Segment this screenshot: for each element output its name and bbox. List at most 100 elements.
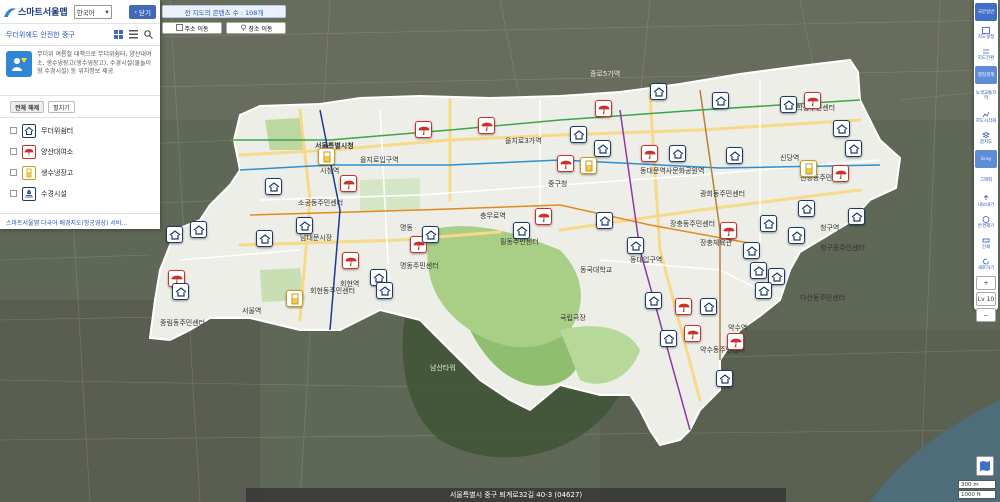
zoom-level: Lv 10 xyxy=(976,292,996,306)
shelter-marker[interactable] xyxy=(594,140,611,157)
umbrella-marker[interactable] xyxy=(557,155,574,172)
toolbar-export[interactable]: 내보내기 xyxy=(975,192,997,210)
shelter-marker[interactable] xyxy=(700,298,717,315)
address-move-button[interactable]: 주소 이동 xyxy=(162,22,222,34)
list-view-icon[interactable] xyxy=(127,29,139,41)
layer-checkbox[interactable] xyxy=(10,190,17,197)
shelter-marker[interactable] xyxy=(570,126,587,143)
umbrella-marker[interactable] xyxy=(675,298,692,315)
panel-footer-link[interactable]: 스마트서울맵 다국어 배경지도(항공영상) 서비... xyxy=(0,213,160,229)
layer-checkbox[interactable] xyxy=(10,148,17,155)
layer-item-shelter[interactable]: 무더위쉼터 xyxy=(10,120,150,141)
toolbar-label: 녹색교통지역 xyxy=(975,91,997,101)
umbrella-icon xyxy=(835,170,846,179)
water-marker[interactable] xyxy=(318,148,335,165)
toolbar-overlay[interactable]: 겹지도 xyxy=(975,129,997,147)
shelter-icon xyxy=(763,218,774,229)
app-logo[interactable]: 스마트서울맵 xyxy=(4,5,68,18)
shelter-marker[interactable] xyxy=(627,237,644,254)
shelter-icon xyxy=(848,143,859,154)
umbrella-marker[interactable] xyxy=(478,117,495,134)
shelter-marker[interactable] xyxy=(788,227,805,244)
umbrella-marker[interactable] xyxy=(684,325,701,342)
umbrella-marker[interactable] xyxy=(832,165,849,182)
shelter-marker[interactable] xyxy=(760,215,777,232)
layer-item-umbrella[interactable]: 양산대여소 xyxy=(10,141,150,162)
layer-item-fountain[interactable]: 수경시설 xyxy=(10,183,150,204)
toolbar-green-zone[interactable]: 녹색교통지역 xyxy=(975,87,997,105)
chevron-down-icon: ▾ xyxy=(105,7,109,16)
map-label-jangchung-center: 장충동주민센터 xyxy=(670,219,715,228)
zoom-in-button[interactable]: + xyxy=(976,276,996,290)
shelter-icon xyxy=(573,129,584,140)
shelter-marker[interactable] xyxy=(780,96,797,113)
water-bottle-icon xyxy=(805,163,812,174)
umbrella-marker[interactable] xyxy=(340,175,357,192)
shelter-marker[interactable] xyxy=(376,282,393,299)
water-marker[interactable] xyxy=(286,290,303,307)
shelter-marker[interactable] xyxy=(422,226,439,243)
shelter-marker[interactable] xyxy=(265,178,282,195)
toolbar-visualize[interactable]: 지도시각화 xyxy=(975,108,997,126)
water-marker[interactable] xyxy=(580,157,597,174)
umbrella-icon xyxy=(723,227,734,236)
umbrella-marker[interactable] xyxy=(641,145,658,162)
shelter-marker[interactable] xyxy=(726,147,743,164)
tab-expand[interactable]: 펼치기 xyxy=(48,101,75,113)
umbrella-marker[interactable] xyxy=(727,333,744,350)
shelter-marker[interactable] xyxy=(256,230,273,247)
toolbar-korean-basic[interactable]: 국문일반 xyxy=(975,3,997,21)
place-move-label: 장소 이동 xyxy=(248,25,273,33)
shelter-marker[interactable] xyxy=(166,226,183,243)
shelter-marker[interactable] xyxy=(848,208,865,225)
toolbar-gray[interactable]: Gray xyxy=(975,150,997,168)
shelter-marker[interactable] xyxy=(755,282,772,299)
umbrella-marker[interactable] xyxy=(415,121,432,138)
layer-checkbox[interactable] xyxy=(10,127,17,134)
toolbar-admin-boundary[interactable]: 행정경계 xyxy=(975,66,997,84)
close-panel-button[interactable]: ‹ 닫기 xyxy=(129,4,156,19)
toolbar-print[interactable]: 인쇄 xyxy=(975,234,997,252)
toolbar-radius[interactable]: 반경재기 xyxy=(975,213,997,231)
shelter-marker[interactable] xyxy=(833,120,850,137)
minimap-toggle-button[interactable] xyxy=(976,456,994,476)
shelter-marker[interactable] xyxy=(750,262,767,279)
umbrella-icon xyxy=(418,126,429,135)
shelter-marker[interactable] xyxy=(845,140,862,157)
water-marker[interactable] xyxy=(800,160,817,177)
tab-clear-all[interactable]: 전체 해제 xyxy=(10,101,45,113)
place-move-button[interactable]: 장소 이동 xyxy=(226,22,286,34)
toolbar-refresh[interactable]: 새로하기 xyxy=(975,255,997,273)
toolbar-graphic[interactable]: 그래픽 xyxy=(975,171,997,189)
layer-label: 양산대여소 xyxy=(41,147,74,156)
shelter-marker[interactable] xyxy=(743,242,760,259)
layer-item-water[interactable]: 생수냉장고 xyxy=(10,162,150,183)
shelter-icon xyxy=(758,285,769,296)
umbrella-marker[interactable] xyxy=(535,208,552,225)
umbrella-marker[interactable] xyxy=(804,92,821,109)
shelter-marker[interactable] xyxy=(798,200,815,217)
toolbar-map-settings[interactable]: 지도설정 xyxy=(975,24,997,42)
shelter-marker[interactable] xyxy=(660,330,677,347)
shelter-marker[interactable] xyxy=(296,217,313,234)
shelter-marker[interactable] xyxy=(190,221,207,238)
zoom-out-button[interactable]: − xyxy=(976,308,996,322)
language-select[interactable]: 한국어 ▾ xyxy=(73,4,112,19)
search-icon[interactable] xyxy=(142,29,154,41)
umbrella-marker[interactable] xyxy=(595,100,612,117)
shelter-marker[interactable] xyxy=(712,92,729,109)
shelter-marker[interactable] xyxy=(716,370,733,387)
shelter-marker[interactable] xyxy=(513,222,530,239)
shelter-marker[interactable] xyxy=(650,83,667,100)
description-text: 무더위 여름철 대책으로 무더위쉼터, 양산대여소, 생수냉장고(생수냉장고),… xyxy=(37,51,152,75)
layer-checkbox[interactable] xyxy=(10,169,17,176)
grid-view-icon[interactable] xyxy=(112,29,124,41)
shelter-marker[interactable] xyxy=(596,212,613,229)
toolbar-map-switch[interactable]: 지도전환 xyxy=(975,45,997,63)
umbrella-marker[interactable] xyxy=(342,252,359,269)
app-root: 서울특별시청 을지로3가역 동대문역사문화공원역 명동 서울역 중구청 을지로입… xyxy=(0,0,1000,502)
shelter-marker[interactable] xyxy=(172,283,189,300)
shelter-marker[interactable] xyxy=(645,292,662,309)
shelter-marker[interactable] xyxy=(669,145,686,162)
umbrella-marker[interactable] xyxy=(720,222,737,239)
